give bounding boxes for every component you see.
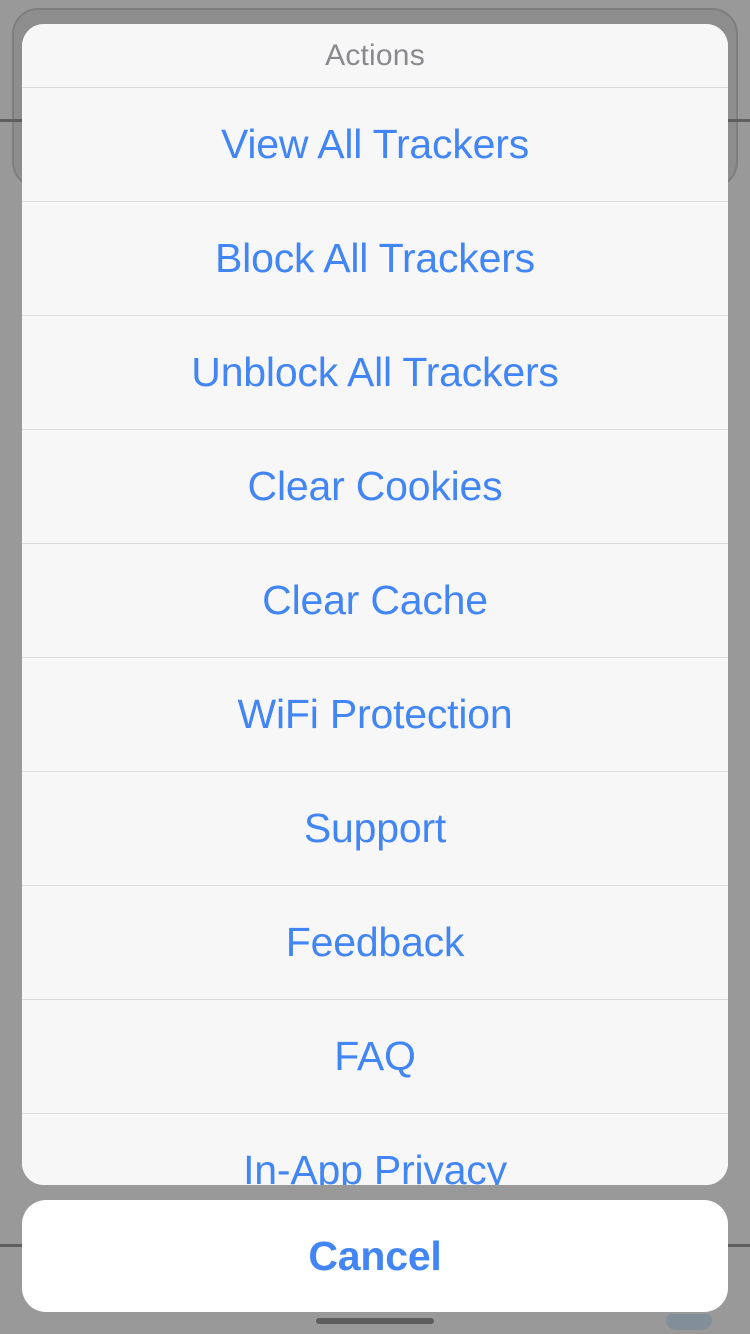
action-item-label: Unblock All Trackers bbox=[191, 349, 559, 395]
action-item-label: In-App Privacy bbox=[243, 1147, 507, 1185]
action-item-clear-cookies[interactable]: Clear Cookies bbox=[22, 430, 728, 544]
action-item-view-all-trackers[interactable]: View All Trackers bbox=[22, 88, 728, 202]
action-sheet: Actions View All Trackers Block All Trac… bbox=[22, 24, 728, 1185]
background-tab-icon bbox=[666, 1314, 712, 1330]
action-item-label: Feedback bbox=[285, 919, 465, 965]
action-item-label: View All Trackers bbox=[220, 121, 529, 167]
action-sheet-list: View All Trackers Block All Trackers Unb… bbox=[22, 88, 728, 1185]
action-item-in-app-privacy[interactable]: In-App Privacy bbox=[22, 1114, 728, 1185]
action-item-label: Clear Cookies bbox=[247, 463, 503, 509]
action-sheet-title: Actions bbox=[325, 38, 425, 72]
cancel-button-label: Cancel bbox=[308, 1232, 442, 1279]
action-item-block-all-trackers[interactable]: Block All Trackers bbox=[22, 202, 728, 316]
action-item-clear-cache[interactable]: Clear Cache bbox=[22, 544, 728, 658]
action-item-label: Clear Cache bbox=[262, 577, 488, 623]
action-item-label: Block All Trackers bbox=[215, 235, 535, 281]
action-item-unblock-all-trackers[interactable]: Unblock All Trackers bbox=[22, 316, 728, 430]
action-sheet-header: Actions bbox=[22, 24, 728, 88]
action-item-label: Support bbox=[303, 805, 447, 851]
action-item-label: FAQ bbox=[334, 1033, 416, 1079]
action-item-label: WiFi Protection bbox=[237, 691, 513, 737]
action-item-support[interactable]: Support bbox=[22, 772, 728, 886]
home-indicator bbox=[316, 1318, 434, 1324]
cancel-button[interactable]: Cancel bbox=[22, 1200, 728, 1312]
action-item-feedback[interactable]: Feedback bbox=[22, 886, 728, 1000]
action-item-wifi-protection[interactable]: WiFi Protection bbox=[22, 658, 728, 772]
action-item-faq[interactable]: FAQ bbox=[22, 1000, 728, 1114]
